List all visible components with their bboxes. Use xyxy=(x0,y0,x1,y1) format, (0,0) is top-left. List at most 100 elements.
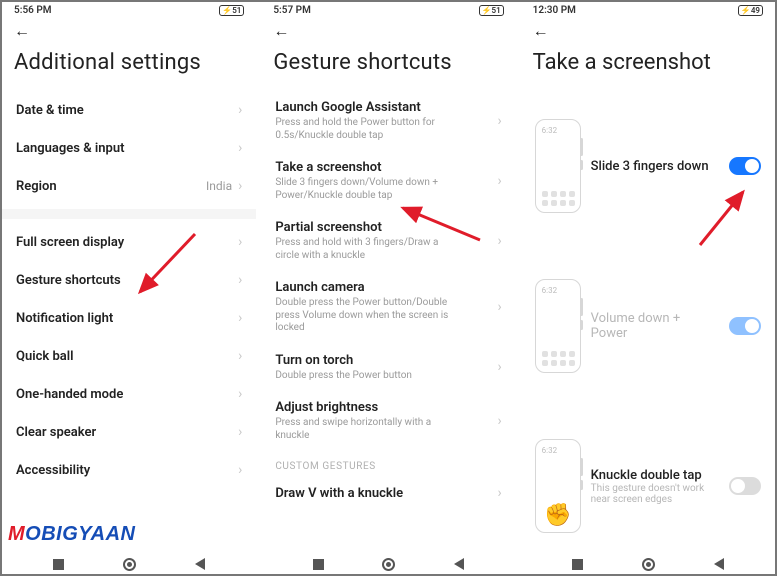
mock-time: 6:32 xyxy=(542,286,557,295)
chevron-right-icon: › xyxy=(238,235,242,249)
section-divider xyxy=(2,209,256,219)
nav-recent-icon[interactable] xyxy=(53,559,64,570)
row-label: One-handed mode xyxy=(16,387,123,402)
row-label: Accessibility xyxy=(16,463,90,478)
hand-icon: ✊ xyxy=(544,503,571,528)
chevron-right-icon: › xyxy=(497,414,501,428)
row-take-a-screenshot[interactable]: Take a screenshot Slide 3 fingers down/V… xyxy=(261,151,515,211)
status-bar: 12:30 PM ⚡49 xyxy=(519,0,777,18)
row-partial-screenshot[interactable]: Partial screenshot Press and hold with 3… xyxy=(261,211,515,271)
toggle-slide-3-fingers-down: 6:32 Slide 3 fingers down xyxy=(521,111,775,221)
page-title: Take a screenshot xyxy=(519,44,777,91)
row-label: Region xyxy=(16,179,57,194)
back-icon[interactable]: ← xyxy=(273,23,289,39)
nav-home-icon[interactable] xyxy=(642,558,655,571)
phone-mock-icon: 6:32 xyxy=(535,279,581,373)
gesture-list: Launch Google Assistant Press and hold t… xyxy=(259,91,517,552)
row-label: Notification light xyxy=(16,311,113,326)
row-quick-ball[interactable]: Quick ball › xyxy=(2,337,256,375)
chevron-right-icon: › xyxy=(497,300,501,314)
toggle-label: Slide 3 fingers down xyxy=(591,159,719,174)
row-languages-input[interactable]: Languages & input › xyxy=(2,129,256,167)
panel-gesture-shortcuts: 5:57 PM ⚡51 ← Gesture shortcuts Launch G… xyxy=(258,0,517,576)
header: ← xyxy=(259,18,517,44)
chevron-right-icon: › xyxy=(238,273,242,287)
toggle-volume-down-power: 6:32 Volume down + Power xyxy=(521,271,775,381)
row-turn-on-torch[interactable]: Turn on torch Double press the Power but… xyxy=(261,344,515,392)
row-one-handed-mode[interactable]: One-handed mode › xyxy=(2,375,256,413)
row-full-screen-display[interactable]: Full screen display › xyxy=(2,223,256,261)
chevron-right-icon: › xyxy=(497,360,501,374)
row-launch-camera[interactable]: Launch camera Double press the Power but… xyxy=(261,271,515,344)
toggle-knuckle-double-tap: 6:32 ✊ Knuckle double tap This gesture d… xyxy=(521,431,775,541)
android-navbar xyxy=(0,552,258,576)
row-region[interactable]: Region India › xyxy=(2,167,256,205)
row-label: Gesture shortcuts xyxy=(16,273,121,288)
chevron-right-icon: › xyxy=(497,486,501,500)
battery-icon: ⚡51 xyxy=(479,5,504,16)
android-navbar xyxy=(519,552,777,576)
chevron-right-icon: › xyxy=(497,114,501,128)
row-draw-v-with-knuckle[interactable]: Draw V with a knuckle › xyxy=(261,474,515,512)
switch-knuckle-double-tap[interactable] xyxy=(729,477,761,495)
row-sublabel: Double press the Power button xyxy=(275,370,412,383)
status-time: 12:30 PM xyxy=(533,5,576,16)
nav-recent-icon[interactable] xyxy=(572,559,583,570)
chevron-right-icon: › xyxy=(497,174,501,188)
chevron-right-icon: › xyxy=(238,425,242,439)
battery-icon: ⚡51 xyxy=(219,5,244,16)
row-sublabel: Press and swipe horizontally with a knuc… xyxy=(275,417,455,442)
nav-back-icon[interactable] xyxy=(454,558,464,570)
nav-home-icon[interactable] xyxy=(123,558,136,571)
switch-slide-3-fingers[interactable] xyxy=(729,157,761,175)
status-time: 5:57 PM xyxy=(273,5,311,16)
row-label: Full screen display xyxy=(16,235,124,250)
back-icon[interactable]: ← xyxy=(533,23,549,39)
row-label: Adjust brightness xyxy=(275,400,455,415)
row-clear-speaker[interactable]: Clear speaker › xyxy=(2,413,256,451)
header: ← xyxy=(0,18,258,44)
chevron-right-icon: › xyxy=(238,179,242,193)
chevron-right-icon: › xyxy=(497,234,501,248)
switch-volume-power[interactable] xyxy=(729,317,761,335)
page-title: Gesture shortcuts xyxy=(259,44,517,91)
section-header-custom-gestures: CUSTOM GESTURES xyxy=(261,451,515,474)
toggle-label: Volume down + Power xyxy=(591,311,719,341)
row-launch-google-assistant[interactable]: Launch Google Assistant Press and hold t… xyxy=(261,91,515,151)
chevron-right-icon: › xyxy=(238,311,242,325)
nav-home-icon[interactable] xyxy=(382,558,395,571)
panel-take-a-screenshot: 12:30 PM ⚡49 ← Take a screenshot 6:32 Sl… xyxy=(518,0,777,576)
back-icon[interactable]: ← xyxy=(14,23,30,39)
page-title: Additional settings xyxy=(0,44,258,91)
row-sublabel: Press and hold the Power button for 0.5s… xyxy=(275,117,455,142)
battery-icon: ⚡49 xyxy=(738,5,763,16)
settings-list: Date & time › Languages & input › Region… xyxy=(0,91,258,552)
row-sublabel: Press and hold with 3 fingers/Draw a cir… xyxy=(275,237,455,262)
row-label: Quick ball xyxy=(16,349,74,364)
row-label: Launch camera xyxy=(275,280,455,295)
row-notification-light[interactable]: Notification light › xyxy=(2,299,256,337)
row-accessibility[interactable]: Accessibility › xyxy=(2,451,256,489)
row-label: Clear speaker xyxy=(16,425,96,440)
row-label: Turn on torch xyxy=(275,353,412,368)
phone-mock-icon: 6:32 xyxy=(535,119,581,213)
status-time: 5:56 PM xyxy=(14,5,52,16)
android-navbar xyxy=(259,552,517,576)
row-date-time[interactable]: Date & time › xyxy=(2,91,256,129)
row-adjust-brightness[interactable]: Adjust brightness Press and swipe horizo… xyxy=(261,391,515,451)
mock-time: 6:32 xyxy=(542,126,557,135)
nav-recent-icon[interactable] xyxy=(313,559,324,570)
mock-time: 6:32 xyxy=(542,446,557,455)
toggle-sublabel: This gesture doesn't work near screen ed… xyxy=(591,483,716,505)
row-label: Date & time xyxy=(16,103,84,118)
row-gesture-shortcuts[interactable]: Gesture shortcuts › xyxy=(2,261,256,299)
row-label: Partial screenshot xyxy=(275,220,455,235)
row-label: Launch Google Assistant xyxy=(275,100,455,115)
toggle-list: 6:32 Slide 3 fingers down 6:32 Volume do… xyxy=(519,91,777,552)
nav-back-icon[interactable] xyxy=(195,558,205,570)
row-sublabel: Slide 3 fingers down/Volume down + Power… xyxy=(275,177,455,202)
nav-back-icon[interactable] xyxy=(714,558,724,570)
status-bar: 5:57 PM ⚡51 xyxy=(259,0,517,18)
row-value: India xyxy=(206,179,232,193)
row-sublabel: Double press the Power button/Double pre… xyxy=(275,297,455,335)
